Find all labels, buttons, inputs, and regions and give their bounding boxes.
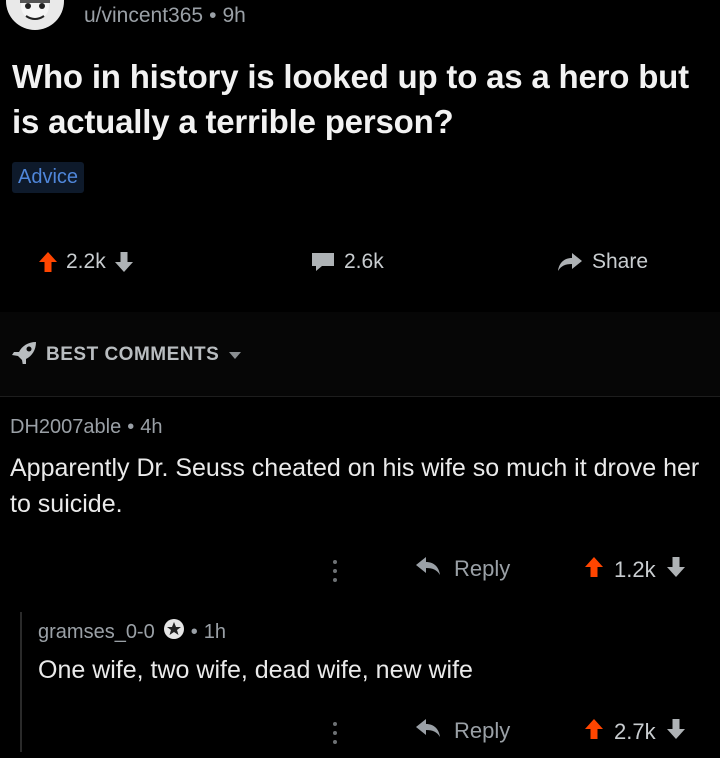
comment-sort-bar: BEST COMMENTS: [0, 312, 720, 397]
comment-time: 1h: [203, 620, 226, 643]
comment-bubble-icon: [310, 251, 336, 273]
post-header: u/vincent365 • 9h: [0, 0, 720, 44]
downvote-arrow-icon[interactable]: [666, 718, 686, 746]
post-time: 9h: [222, 4, 246, 27]
vote-group: 2.2k: [38, 250, 134, 274]
meta-separator: •: [209, 4, 217, 27]
reply-button[interactable]: Reply: [414, 556, 510, 582]
comment-author[interactable]: gramses_0-0: [38, 621, 155, 644]
upvote-arrow-icon[interactable]: [584, 556, 604, 584]
downvote-arrow-icon[interactable]: [666, 556, 686, 584]
post-author[interactable]: u/vincent365: [84, 4, 203, 27]
meta-separator: •: [127, 416, 135, 438]
post-meta: u/vincent365 • 9h: [84, 4, 246, 28]
post-flair[interactable]: Advice: [12, 162, 85, 193]
comment-meta: DH2007able • 4h: [10, 416, 162, 439]
comment-vote-group: 2.7k: [584, 718, 686, 746]
comment-body: Apparently Dr. Seuss cheated on his wife…: [10, 454, 700, 518]
post-action-bar: 2.2k 2.6k Share: [0, 240, 720, 288]
comment-actions: Reply 2.7k: [0, 718, 720, 758]
comment-score: 2.7k: [614, 719, 656, 744]
share-button[interactable]: Share: [556, 250, 648, 274]
comment-score: 1.2k: [614, 557, 656, 582]
reply-button[interactable]: Reply: [414, 718, 510, 744]
comment-vote-group: 1.2k: [584, 556, 686, 584]
sort-label: BEST COMMENTS: [46, 344, 220, 365]
reply-arrow-icon: [414, 556, 442, 582]
comment-author[interactable]: DH2007able: [10, 416, 121, 439]
comment-body: One wife, two wife, dead wife, new wife: [38, 656, 473, 684]
comments-count: 2.6k: [344, 250, 384, 273]
reply-label: Reply: [454, 718, 511, 743]
upvote-arrow-icon[interactable]: [584, 718, 604, 746]
share-arrow-icon: [556, 251, 584, 273]
more-options-icon[interactable]: [330, 720, 340, 746]
comment-time: 4h: [140, 416, 163, 438]
sort-selector[interactable]: BEST COMMENTS: [10, 340, 242, 370]
comment-meta: gramses_0-0 • 1h: [38, 618, 226, 646]
reply-label: Reply: [454, 556, 511, 581]
rocket-icon: [10, 340, 38, 370]
more-options-icon[interactable]: [330, 558, 340, 584]
award-icon[interactable]: [163, 618, 185, 646]
share-label: Share: [592, 250, 649, 273]
caret-down-icon: [229, 344, 242, 366]
post-title[interactable]: Who in history is looked up to as a hero…: [12, 54, 712, 144]
upvote-arrow-icon[interactable]: [38, 251, 58, 273]
meta-separator: •: [190, 620, 198, 643]
comment-actions: Reply 1.2k: [0, 556, 720, 596]
avatar-icon[interactable]: [6, 0, 64, 30]
downvote-arrow-icon[interactable]: [114, 251, 134, 273]
comments-button[interactable]: 2.6k: [310, 250, 384, 274]
reply-arrow-icon: [414, 718, 442, 744]
post-score: 2.2k: [66, 250, 106, 273]
